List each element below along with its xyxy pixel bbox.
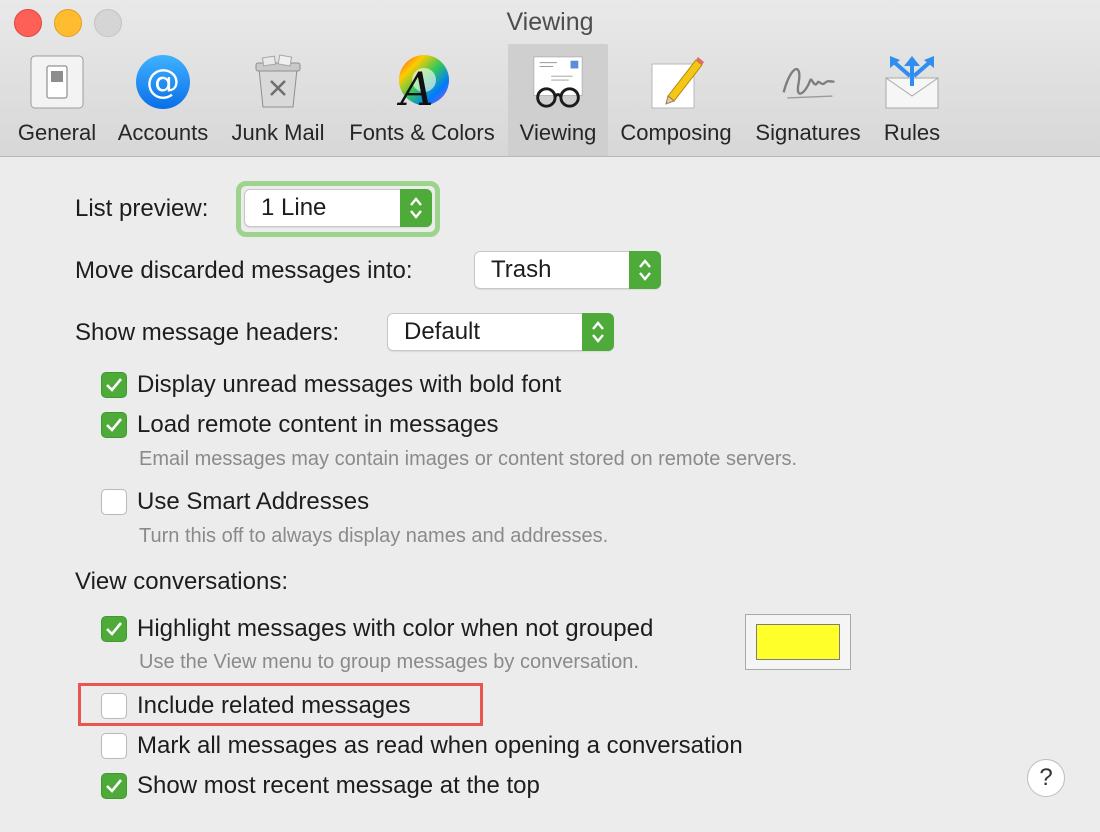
highlight-color-swatch <box>756 624 840 660</box>
mark-all-read-checkbox[interactable] <box>101 733 127 759</box>
remote-content-label: Load remote content in messages <box>137 411 499 438</box>
list-preview-value: 1 Line <box>261 194 327 221</box>
at-sign-icon: @ <box>133 52 193 112</box>
svg-text:@: @ <box>146 62 180 102</box>
tab-label: Fonts & Colors <box>349 120 495 145</box>
bold-unread-checkbox[interactable] <box>101 372 127 398</box>
highlight-color-checkbox[interactable] <box>101 616 127 642</box>
smart-addresses-hint: Turn this off to always display names an… <box>139 525 609 547</box>
move-discarded-label: Move discarded messages into: <box>75 257 413 284</box>
mail-preferences-window: Viewing General @ Accounts Junk Mail A F… <box>0 0 1100 832</box>
tab-accounts[interactable]: @ Accounts <box>110 44 216 156</box>
tab-viewing[interactable]: Viewing <box>508 44 608 156</box>
popup-stepper-icon <box>400 189 432 227</box>
window-title: Viewing <box>506 8 594 36</box>
tab-label: Composing <box>620 120 732 145</box>
help-button[interactable]: ? <box>1027 759 1065 797</box>
include-related-label: Include related messages <box>137 692 411 719</box>
signature-icon <box>778 52 838 112</box>
list-preview-popup[interactable]: 1 Line <box>244 189 432 227</box>
rules-envelope-icon <box>882 52 942 112</box>
highlight-color-hint: Use the View menu to group messages by c… <box>139 651 639 673</box>
message-headers-popup[interactable]: Default <box>387 313 614 351</box>
popup-stepper-icon <box>629 251 661 289</box>
move-discarded-popup[interactable]: Trash <box>474 251 661 289</box>
message-headers-value: Default <box>404 318 481 345</box>
bold-unread-label: Display unread messages with bold font <box>137 371 562 398</box>
tab-signatures[interactable]: Signatures <box>746 44 870 156</box>
junk-bin-icon <box>248 52 308 112</box>
tab-label: Junk Mail <box>231 120 325 145</box>
viewing-settings-panel: List preview: 1 Line Move discarded mess… <box>0 157 1100 832</box>
tab-general[interactable]: General <box>10 44 104 156</box>
fonts-colors-icon: A <box>392 52 452 112</box>
most-recent-top-label: Show most recent message at the top <box>137 772 540 799</box>
mark-all-read-label: Mark all messages as read when opening a… <box>137 732 743 759</box>
popup-stepper-icon <box>582 313 614 351</box>
most-recent-top-checkbox[interactable] <box>101 773 127 799</box>
pencil-paper-icon <box>646 52 706 112</box>
highlight-color-well[interactable] <box>745 614 851 670</box>
tab-rules[interactable]: Rules <box>874 44 950 156</box>
highlight-color-label: Highlight messages with color when not g… <box>137 615 654 642</box>
include-related-checkbox[interactable] <box>101 693 127 719</box>
smart-addresses-label: Use Smart Addresses <box>137 488 370 515</box>
tab-composing[interactable]: Composing <box>612 44 740 156</box>
move-discarded-value: Trash <box>491 256 552 283</box>
tab-label: Rules <box>883 120 941 145</box>
tab-fonts-colors[interactable]: A Fonts & Colors <box>340 44 504 156</box>
tab-label: Signatures <box>755 120 861 145</box>
general-switch-icon <box>27 52 87 112</box>
glasses-icon <box>528 52 588 112</box>
tab-label: General <box>17 120 97 145</box>
view-conversations-heading: View conversations: <box>75 568 288 595</box>
tab-junk-mail[interactable]: Junk Mail <box>224 44 332 156</box>
remote-content-hint: Email messages may contain images or con… <box>139 448 798 470</box>
smart-addresses-checkbox[interactable] <box>101 489 127 515</box>
tab-label: Viewing <box>519 120 597 145</box>
remote-content-checkbox[interactable] <box>101 412 127 438</box>
titlebar: Viewing General @ Accounts Junk Mail A F… <box>0 0 1100 157</box>
list-preview-label: List preview: <box>75 195 209 222</box>
message-headers-label: Show message headers: <box>75 319 340 346</box>
tab-label: Accounts <box>117 120 209 145</box>
svg-text:A: A <box>396 62 433 111</box>
